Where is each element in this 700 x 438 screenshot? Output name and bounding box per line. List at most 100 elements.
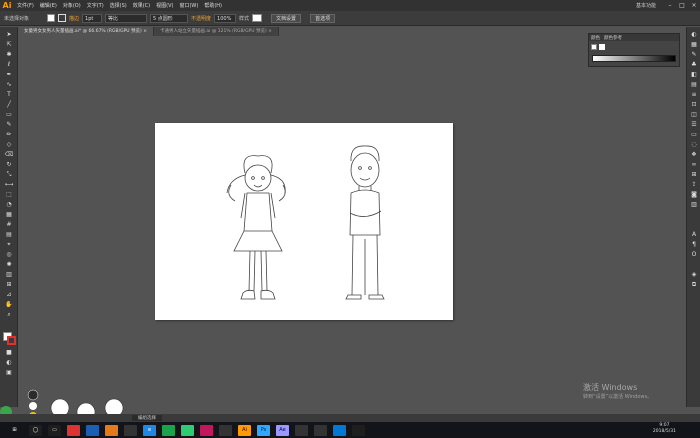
appearance-icon[interactable]: ▤ [690, 81, 698, 88]
mesh-tool-icon[interactable]: # [4, 221, 14, 229]
symbols-icon[interactable]: ♣ [690, 61, 698, 68]
stroke-profile[interactable]: 等比 [105, 13, 148, 23]
eyedropper-icon[interactable]: ⌖ [4, 241, 14, 249]
pencil-icon[interactable]: ✏ [4, 131, 14, 139]
app-blue-icon[interactable] [86, 424, 99, 436]
app-azure-icon[interactable] [333, 424, 346, 436]
transform-icon[interactable]: ⊡ [690, 101, 698, 108]
direct-selection-tool-icon[interactable]: ⇱ [4, 41, 14, 49]
free-transform-icon[interactable]: ⬚ [4, 191, 14, 199]
preferences-button[interactable]: 首选项 [310, 13, 336, 23]
chat-icon[interactable] [352, 424, 365, 436]
magic-wand-icon[interactable]: ✱ [4, 51, 14, 59]
gradient-tool-icon[interactable]: ▤ [4, 231, 14, 239]
rectangle-tool-icon[interactable]: ▭ [4, 111, 14, 119]
app-circle-icon[interactable] [314, 424, 327, 436]
pen-tool-icon[interactable]: ✒ [4, 71, 14, 79]
scale-tool-icon[interactable]: ⤡ [4, 171, 14, 179]
character-panel-icon[interactable]: A [690, 231, 698, 238]
app-green-icon[interactable] [162, 424, 175, 436]
menu-window[interactable]: 窗口(W) [176, 2, 201, 9]
task-view-icon[interactable]: ▭ [48, 424, 61, 436]
links-icon[interactable]: ∞ [690, 161, 698, 168]
tab-document-2[interactable]: 卡通男人站立矢量插画.ai @ 121% (RGB/GPU 预览) × [154, 27, 279, 36]
draw-mode-icon[interactable]: ◐ [4, 359, 14, 367]
lasso-icon[interactable]: ℓ [4, 61, 14, 69]
stroke-panel-icon[interactable]: ☰ [690, 121, 698, 128]
photoshop-icon[interactable]: Ps [257, 424, 270, 436]
swatches-icon[interactable]: ▦ [690, 41, 698, 48]
slice-tool-icon[interactable]: ⊿ [4, 291, 14, 299]
app-red-icon[interactable] [67, 424, 80, 436]
illustrator-icon[interactable]: Ai [238, 424, 251, 436]
opentype-panel-icon[interactable]: O [690, 251, 698, 258]
eraser-icon[interactable]: ⌫ [4, 151, 14, 159]
tab-color[interactable]: 颜色 [591, 35, 600, 41]
width-tool-icon[interactable]: ⟷ [4, 181, 14, 189]
menu-view[interactable]: 视图(V) [153, 2, 176, 9]
gradient-slider[interactable] [592, 55, 676, 62]
artboard-list-icon[interactable]: ⧉ [690, 281, 698, 288]
fill-swatch[interactable] [47, 14, 55, 22]
stroke-width-field[interactable]: 1pt [82, 13, 103, 23]
opacity-label[interactable]: 不透明度 [191, 15, 211, 22]
maximize-icon[interactable]: □ [676, 2, 688, 9]
rotate-tool-icon[interactable]: ↻ [4, 161, 14, 169]
gradient-swatch[interactable] [591, 44, 597, 50]
line-tool-icon[interactable]: ╱ [4, 101, 14, 109]
perspective-grid-icon[interactable]: ▦ [4, 211, 14, 219]
libraries-icon[interactable]: ▥ [690, 201, 698, 208]
shaper-tool-icon[interactable]: ◇ [4, 141, 14, 149]
search-icon[interactable]: ◯ [29, 424, 42, 436]
type-tool-icon[interactable]: T [4, 91, 14, 99]
screen-mode-icon[interactable]: ▣ [4, 369, 14, 377]
gradient-panel-icon[interactable]: ▭ [690, 131, 698, 138]
artboards-icon[interactable]: ⊞ [690, 171, 698, 178]
hand-tool-icon[interactable]: ✋ [4, 301, 14, 309]
shape-builder-icon[interactable]: ◔ [4, 201, 14, 209]
align-icon[interactable]: ≡ [690, 91, 698, 98]
menu-select[interactable]: 选择(S) [107, 2, 130, 9]
image-trace-icon[interactable]: ◙ [690, 191, 698, 198]
system-clock[interactable]: 9:07 2018/5/31 [653, 423, 676, 435]
stroke-label[interactable]: 描边 [69, 15, 79, 22]
menu-type[interactable]: 文字(T) [84, 2, 107, 9]
edge-icon[interactable]: e [143, 424, 156, 436]
menu-object[interactable]: 对象(O) [60, 2, 84, 9]
blend-tool-icon[interactable]: ◎ [4, 251, 14, 259]
layers-icon[interactable]: ❖ [690, 151, 698, 158]
symbol-sprayer-icon[interactable]: ✺ [4, 261, 14, 269]
color-mode-icon[interactable]: ■ [4, 349, 14, 357]
stroke-swatch[interactable] [58, 14, 66, 22]
wechat-icon[interactable] [181, 424, 194, 436]
menu-file[interactable]: 文件(F) [14, 2, 37, 9]
zoom-tool-icon[interactable]: ⌕ [4, 311, 14, 319]
document-setup-button[interactable]: 文档设置 [271, 13, 302, 23]
artboard-tool-icon[interactable]: ⊞ [4, 281, 14, 289]
selection-tool-icon[interactable]: ➤ [4, 31, 14, 39]
app-pink-icon[interactable] [200, 424, 213, 436]
artboard[interactable] [155, 123, 453, 320]
stroke-color-icon[interactable] [7, 336, 16, 345]
file-explorer-icon[interactable] [105, 424, 118, 436]
pathfinder-icon[interactable]: ◫ [690, 111, 698, 118]
graphic-styles-icon[interactable]: ◧ [690, 71, 698, 78]
store-icon[interactable] [124, 424, 137, 436]
app-gray-icon[interactable] [219, 424, 232, 436]
menu-help[interactable]: 帮助(H) [201, 2, 225, 9]
minimize-icon[interactable]: – [664, 2, 676, 9]
opacity-field[interactable]: 100% [214, 13, 237, 23]
paragraph-panel-icon[interactable]: ¶ [690, 241, 698, 248]
graph-tool-icon[interactable]: ▥ [4, 271, 14, 279]
paintbrush-icon[interactable]: ✎ [4, 121, 14, 129]
asset-export-icon[interactable]: ⇪ [690, 181, 698, 188]
brush-field[interactable]: 5 点圆形 [150, 13, 189, 23]
workspace-switcher[interactable]: 基本功能 [636, 2, 656, 9]
style-swatch[interactable] [252, 14, 263, 22]
transparency-icon[interactable]: ◌ [690, 141, 698, 148]
after-effects-icon[interactable]: Ae [276, 424, 289, 436]
close-icon[interactable]: × [688, 2, 700, 9]
menu-edit[interactable]: 编辑(E) [37, 2, 60, 9]
start-icon[interactable]: ⊞ [8, 425, 21, 436]
app-dark-icon[interactable] [295, 424, 308, 436]
